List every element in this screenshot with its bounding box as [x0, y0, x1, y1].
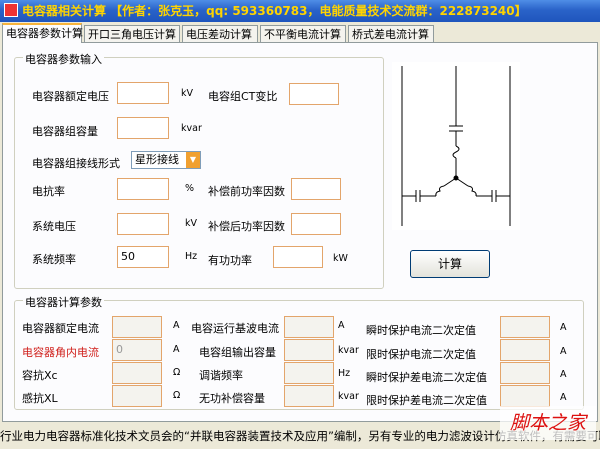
- system-freq-unit: Hz: [185, 251, 198, 262]
- capacity-label: 电容器组容量: [32, 125, 98, 138]
- capacitive-reactance-output: [112, 362, 162, 384]
- tab-voltage-differential[interactable]: 电压差动计算: [182, 25, 258, 42]
- reactance-rate-input[interactable]: [117, 178, 169, 200]
- tuning-frequency-unit: Hz: [338, 368, 351, 379]
- capacitive-reactance-unit: Ω: [173, 367, 181, 378]
- instant-current-setting-unit: A: [560, 322, 567, 333]
- instant-current-setting-output: [500, 316, 550, 338]
- tab-capacitor-params[interactable]: 电容器参数计算: [2, 23, 83, 43]
- reactive-compensation-unit: kvar: [338, 391, 359, 402]
- rated-voltage-unit: kV: [181, 88, 194, 99]
- rated-voltage-label: 电容器额定电压: [32, 90, 109, 103]
- output-capacity-label: 电容组输出容量: [199, 346, 276, 359]
- active-power-input[interactable]: [273, 246, 323, 268]
- active-power-label: 有功功率: [208, 254, 252, 267]
- tab-open-delta-voltage[interactable]: 开口三角电压计算: [84, 25, 180, 42]
- inductive-reactance-unit: Ω: [173, 390, 181, 401]
- instant-diff-current-setting-unit: A: [560, 369, 567, 380]
- delta-internal-current-unit: A: [173, 344, 180, 355]
- output-capacity-unit: kvar: [338, 345, 359, 356]
- output-capacity-output: [284, 339, 334, 361]
- capacity-input[interactable]: [117, 117, 169, 139]
- capacitive-reactance-label: 容抗Xc: [22, 369, 58, 382]
- ct-ratio-label: 电容组CT变比: [208, 90, 278, 103]
- reactive-compensation-label: 无功补偿容量: [199, 392, 265, 405]
- window-titlebar: 电容器相关计算 【作者：张克玉，qq: 593360783，电能质量技术交流群：…: [0, 0, 600, 22]
- ct-ratio-input[interactable]: [289, 83, 339, 105]
- capacity-unit: kvar: [181, 123, 202, 134]
- tab-unbalanced-current[interactable]: 不平衡电流计算: [260, 25, 346, 42]
- fundamental-current-label: 电容运行基波电流: [191, 322, 279, 335]
- timed-current-setting-label: 限时保护电流二次定值: [366, 348, 476, 361]
- active-power-unit: kW: [333, 253, 348, 264]
- rated-current-label: 电容器额定电流: [22, 322, 99, 335]
- system-voltage-label: 系统电压: [32, 220, 76, 233]
- instant-current-setting-label: 瞬时保护电流二次定值: [366, 324, 476, 337]
- inductive-reactance-label: 感抗XL: [22, 392, 58, 405]
- input-group-title: 电容器参数输入: [23, 51, 104, 67]
- timed-diff-current-setting-label: 限时保护差电流二次定值: [366, 394, 487, 407]
- system-voltage-input[interactable]: [117, 213, 169, 235]
- fundamental-current-unit: A: [338, 320, 345, 331]
- reactance-rate-unit: %: [185, 183, 195, 194]
- tuning-frequency-label: 调谐频率: [199, 369, 243, 382]
- timed-diff-current-setting-output: [500, 385, 550, 407]
- output-group-title: 电容器计算参数: [23, 294, 104, 310]
- system-voltage-unit: kV: [185, 218, 198, 229]
- reactance-rate-label: 电抗率: [32, 185, 65, 198]
- watermark-logo: 脚本之家: [500, 406, 596, 440]
- reactive-compensation-output: [284, 385, 334, 407]
- delta-internal-current-output: 0: [112, 339, 162, 361]
- instant-diff-current-setting-output: [500, 362, 550, 384]
- pf-after-input[interactable]: [291, 213, 341, 235]
- rated-voltage-input[interactable]: [117, 82, 169, 104]
- rated-current-unit: A: [173, 320, 180, 331]
- window-title: 电容器相关计算 【作者：张克玉，qq: 593360783，电能质量技术交流群：…: [22, 4, 527, 18]
- pf-after-label: 补偿后功率因数: [208, 220, 285, 233]
- pf-before-input[interactable]: [291, 178, 341, 200]
- timed-current-setting-output: [500, 339, 550, 361]
- chevron-down-icon[interactable]: ▼: [186, 152, 200, 168]
- system-freq-input[interactable]: 50: [117, 246, 169, 268]
- tab-bridge-diff-current[interactable]: 桥式差电流计算: [348, 25, 434, 42]
- wiring-label: 电容器组接线形式: [32, 157, 120, 170]
- timed-diff-current-setting-unit: A: [560, 392, 567, 403]
- wiring-selected-value: 星形接线: [135, 153, 179, 166]
- tuning-frequency-output: [284, 362, 334, 384]
- timed-current-setting-unit: A: [560, 346, 567, 357]
- star-connection-diagram-icon: [401, 66, 511, 226]
- calculate-button[interactable]: 计算: [410, 250, 490, 278]
- rated-current-output: [112, 316, 162, 338]
- app-icon: [4, 3, 18, 17]
- fundamental-current-output: [284, 316, 334, 338]
- inductive-reactance-output: [112, 385, 162, 407]
- system-freq-label: 系统频率: [32, 253, 76, 266]
- instant-diff-current-setting-label: 瞬时保护差电流二次定值: [366, 371, 487, 384]
- wiring-diagram: [392, 62, 520, 230]
- wiring-select[interactable]: 星形接线 ▼: [131, 151, 201, 169]
- pf-before-label: 补偿前功率因数: [208, 185, 285, 198]
- delta-internal-current-label: 电容器角内电流: [22, 346, 99, 359]
